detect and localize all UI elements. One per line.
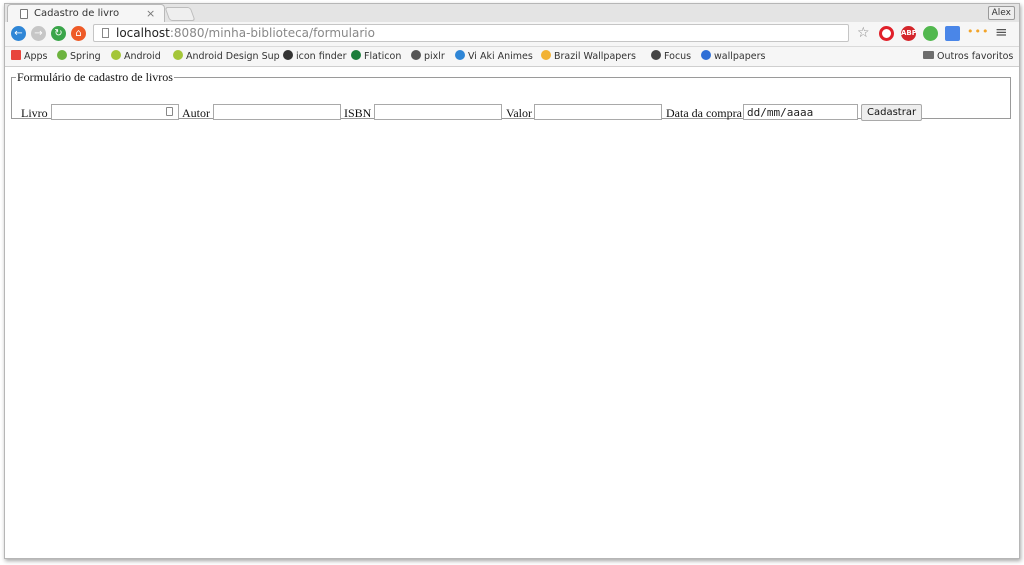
new-tab-button[interactable] — [164, 7, 196, 21]
cadastrar-button[interactable]: Cadastrar — [861, 104, 923, 121]
home-button[interactable]: ⌂ — [71, 26, 86, 41]
isbn-label: ISBN — [344, 106, 372, 120]
bookmark-apps[interactable]: Apps — [11, 50, 48, 63]
page-icon — [20, 9, 28, 19]
url-text: localhost:8080/minha-biblioteca/formular… — [116, 26, 375, 40]
menu-icon[interactable]: ≡ — [995, 23, 1008, 41]
iconfinder-icon — [283, 50, 293, 60]
forward-button[interactable]: → — [31, 26, 46, 41]
evernote-extension-icon[interactable] — [923, 26, 938, 41]
bookmark-label: Flaticon — [364, 51, 402, 62]
bookmark-vi-aki-animes[interactable]: Vi Aki Animes — [455, 50, 533, 63]
bookmark-brazil-wallpapers[interactable]: Brazil Wallpapers — [541, 50, 636, 63]
bookmark-label: wallpapers — [714, 51, 766, 62]
tab-cadastro-de-livro[interactable]: Cadastro de livro × — [7, 4, 165, 22]
reload-button[interactable]: ↻ — [51, 26, 66, 41]
autor-label: Autor — [182, 106, 210, 120]
bookmark-label: Spring — [70, 51, 101, 62]
bookmark-spring[interactable]: Spring — [57, 50, 101, 63]
close-tab-icon[interactable]: × — [146, 7, 155, 20]
bookmark-label: icon finder — [296, 51, 347, 62]
autofill-icon — [166, 107, 173, 116]
livro-input[interactable] — [51, 104, 179, 120]
adblock-plus-icon[interactable]: ABP — [901, 26, 917, 41]
bookmark-label: Android — [124, 51, 161, 62]
valor-label: Valor — [506, 106, 532, 120]
bookmarks-bar: Apps Spring Android Android Design Sup i… — [5, 47, 1019, 67]
bookmark-pixlr[interactable]: pixlr — [411, 50, 445, 63]
url-host: localhost — [116, 26, 170, 40]
bookmark-flaticon[interactable]: Flaticon — [351, 50, 401, 63]
page-content: Formulário de cadastro de livros Livro A… — [5, 67, 1019, 558]
opera-extension-icon[interactable] — [879, 26, 894, 41]
data-compra-input[interactable]: dd/mm/aaaa — [743, 104, 858, 120]
url-path: :8080/minha-biblioteca/formulario — [169, 26, 375, 40]
focus-icon — [651, 50, 661, 60]
bookmark-label: Android Design Sup — [186, 51, 280, 62]
translate-extension-icon[interactable] — [945, 26, 960, 41]
bookmark-focus[interactable]: Focus — [651, 50, 691, 63]
bookmark-outros-favoritos[interactable]: Outros favoritos — [923, 50, 1013, 63]
bookmark-label: Focus — [664, 51, 692, 62]
page-icon — [102, 28, 109, 38]
android-icon — [111, 50, 121, 60]
browser-window: Cadastro de livro × Alex ← → ↻ ⌂ localho… — [4, 3, 1020, 559]
bookmark-wallpapers[interactable]: wallpapers — [701, 50, 765, 63]
isbn-input[interactable] — [374, 104, 502, 120]
extension-dots-icon[interactable]: ••• — [967, 25, 989, 38]
tab-strip: Cadastro de livro × Alex — [5, 4, 1019, 22]
back-button[interactable]: ← — [11, 26, 26, 41]
wallpapers-icon — [701, 50, 711, 60]
folder-icon — [923, 51, 934, 59]
spring-icon — [57, 50, 67, 60]
form-legend: Formulário de cadastro de livros — [17, 70, 173, 84]
autor-input[interactable] — [213, 104, 341, 120]
bookmark-star-icon[interactable]: ☆ — [857, 24, 870, 42]
apps-grid-icon — [11, 50, 21, 60]
data-compra-label: Data da compra — [666, 106, 742, 120]
bookmark-label: Vi Aki Animes — [468, 51, 533, 62]
address-bar[interactable]: localhost:8080/minha-biblioteca/formular… — [93, 24, 849, 42]
livro-label: Livro — [21, 106, 48, 120]
android-icon — [173, 50, 183, 60]
brazil-wallpapers-icon — [541, 50, 551, 60]
bookmark-label: Brazil Wallpapers — [554, 51, 636, 62]
vi-aki-animes-icon — [455, 50, 465, 60]
profile-button[interactable]: Alex — [987, 6, 1015, 20]
bookmark-android[interactable]: Android — [111, 50, 161, 63]
book-form: Formulário de cadastro de livros Livro A… — [11, 70, 1011, 121]
tab-title: Cadastro de livro — [34, 8, 120, 19]
bookmark-label: Outros favoritos — [937, 51, 1014, 62]
valor-input[interactable] — [534, 104, 662, 120]
bookmark-label: Apps — [24, 51, 48, 62]
date-placeholder: dd/mm/aaaa — [747, 106, 814, 119]
browser-toolbar: ← → ↻ ⌂ localhost:8080/minha-biblioteca/… — [5, 22, 1019, 47]
flaticon-icon — [351, 50, 361, 60]
bookmark-label: pixlr — [424, 51, 445, 62]
pixlr-icon — [411, 50, 421, 60]
bookmark-icon-finder[interactable]: icon finder — [283, 50, 347, 63]
bookmark-android-design[interactable]: Android Design Sup — [173, 50, 280, 63]
